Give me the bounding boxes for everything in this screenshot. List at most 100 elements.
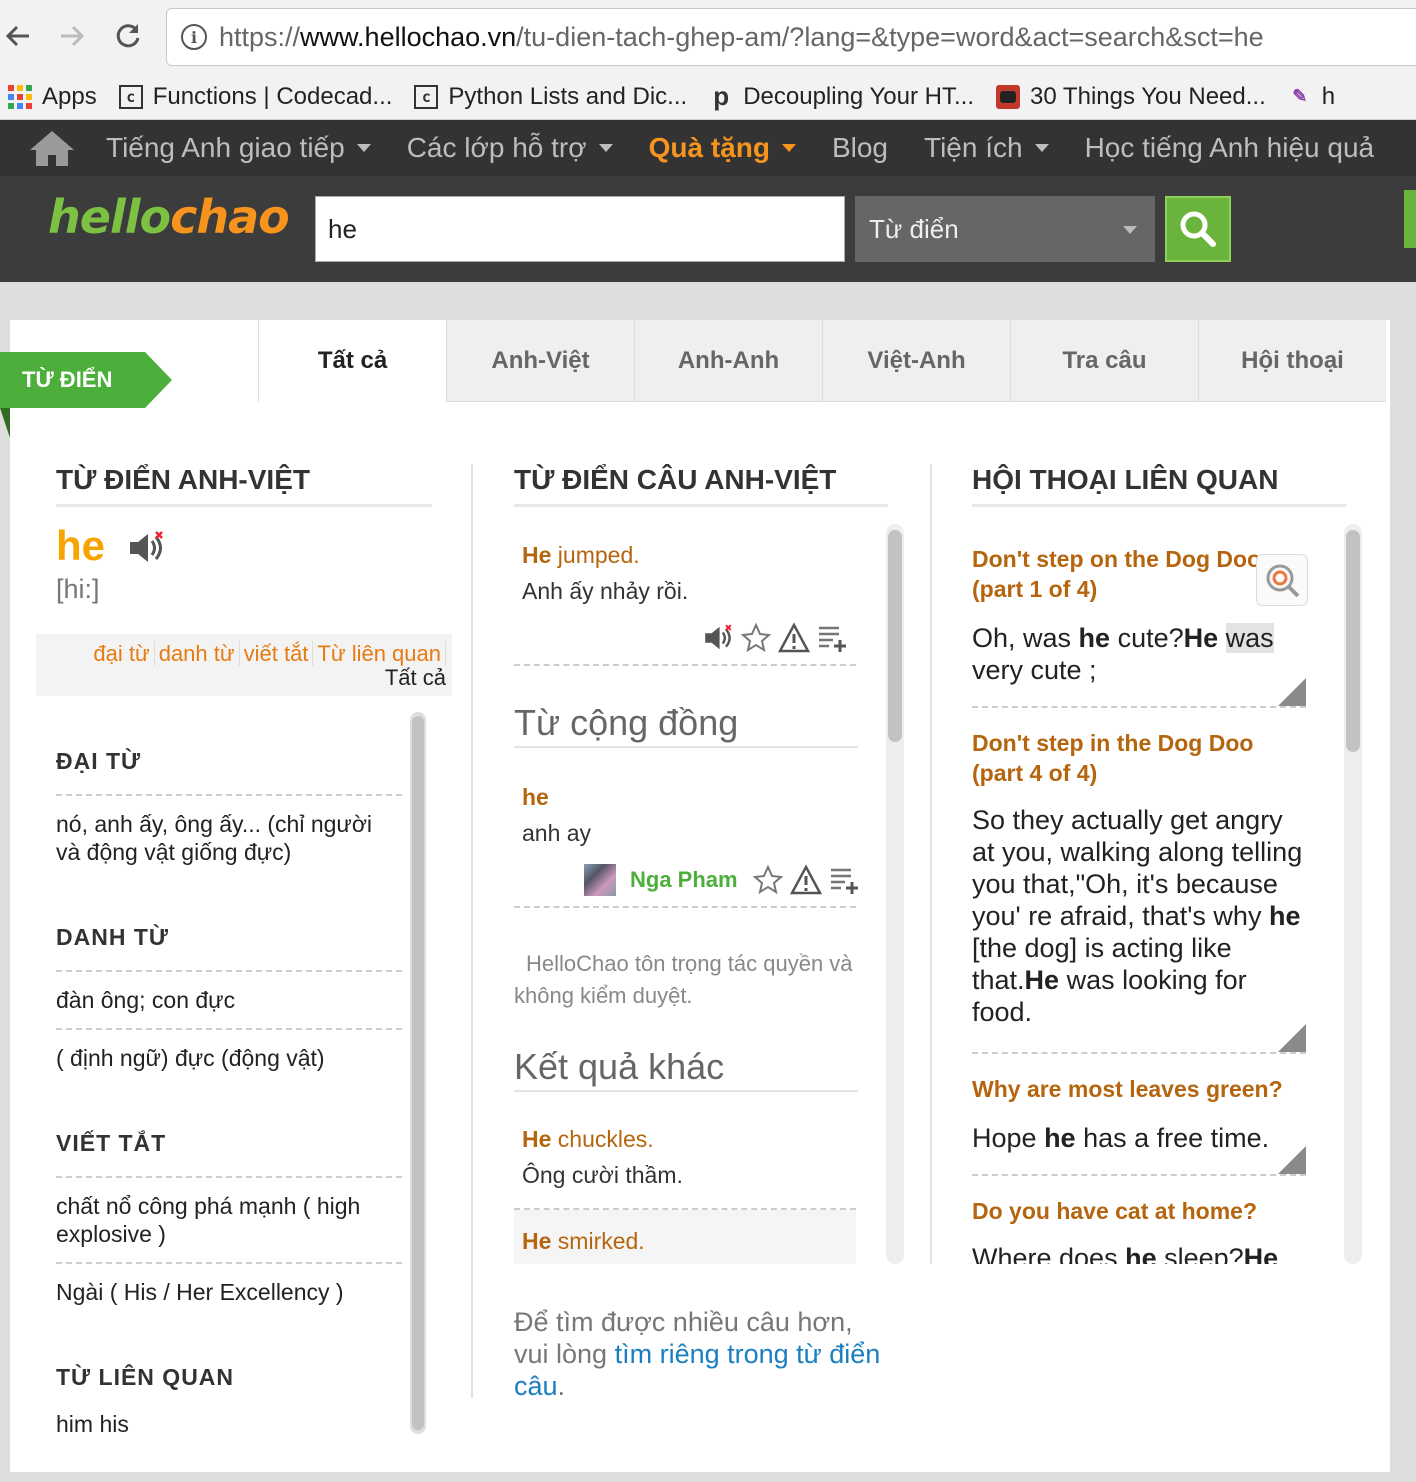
nav-label: Tiếng Anh giao tiếp xyxy=(106,132,345,163)
community-en[interactable]: he xyxy=(522,784,549,811)
example-en[interactable]: He jumped. xyxy=(522,542,640,569)
divider xyxy=(514,906,856,908)
tab-anh-anh[interactable]: Anh-Anh xyxy=(634,320,822,402)
codecademy-icon: c xyxy=(118,84,143,109)
info-icon[interactable]: i xyxy=(181,24,207,50)
nav-tieng-anh-giao-tiep[interactable]: Tiếng Anh giao tiếp xyxy=(106,132,371,164)
example-actions xyxy=(702,622,848,654)
star-icon[interactable] xyxy=(752,864,784,896)
conversation-item: Do you have cat at home? Where does he s… xyxy=(972,1196,1306,1264)
community-vi: anh ay xyxy=(522,820,592,846)
tab-anh-viet[interactable]: Anh-Việt xyxy=(446,320,634,402)
col-heading-anh-viet: TỪ ĐIỂN ANH-VIỆT xyxy=(56,464,432,507)
col2-scroll-thumb[interactable] xyxy=(888,530,902,742)
bookmark-label: Functions | Codecad... xyxy=(152,82,393,110)
tab-viet-anh[interactable]: Việt-Anh xyxy=(822,320,1010,402)
search-icon xyxy=(1180,211,1216,247)
bookmark-decoupling[interactable]: p Decoupling Your HT... xyxy=(709,81,974,111)
home-icon[interactable] xyxy=(28,128,76,168)
bookmark-apps[interactable]: Apps xyxy=(8,83,97,111)
pos-filter-bar: đại từ danh từ viết tắt Từ liên quan Tất cả xyxy=(36,634,452,696)
filter-tat-ca[interactable]: Tất cả xyxy=(36,666,446,690)
caret-down-icon xyxy=(781,144,796,152)
example-en[interactable]: He smirked. xyxy=(522,1228,645,1255)
nav-qua-tang[interactable]: Quà tặng xyxy=(649,132,796,164)
filter-dai-tu[interactable]: đại từ xyxy=(89,641,155,666)
zoom-lens-icon[interactable] xyxy=(1256,554,1308,606)
back-arrow-icon[interactable] xyxy=(0,18,36,54)
url-host: www.hellochao.vn xyxy=(300,21,517,52)
caret-down-icon xyxy=(356,144,371,152)
divider xyxy=(56,1262,402,1264)
headword: he xyxy=(56,522,106,569)
bookmark-codecademy-functions[interactable]: c Functions | Codecad... xyxy=(118,82,393,111)
bookmark-python-lists[interactable]: c Python Lists and Dic... xyxy=(414,83,687,111)
speaker-icon[interactable] xyxy=(702,622,734,654)
search-button[interactable] xyxy=(1165,196,1231,262)
caret-down-icon xyxy=(598,144,613,152)
col-heading-hoi-thoai: HỘI THOẠI LIÊN QUAN xyxy=(972,464,1346,507)
more-results-hint: Để tìm được nhiều câu hơn, vui lòng tìm … xyxy=(514,1306,894,1402)
author-name[interactable]: Nga Pham xyxy=(630,867,738,893)
bookmark-next[interactable]: ✎ h xyxy=(1288,83,1335,111)
related-words[interactable]: him his xyxy=(56,1410,129,1438)
reload-icon[interactable] xyxy=(110,18,146,54)
bookmark-label: Apps xyxy=(42,82,97,110)
filter-danh-tu[interactable]: danh từ xyxy=(154,641,240,666)
example-bold: He xyxy=(522,1126,552,1152)
col1-scroll-thumb[interactable] xyxy=(412,716,424,1430)
tab-hoi-thoai[interactable]: Hội thoại xyxy=(1198,320,1386,402)
nav-tien-ich[interactable]: Tiện ích xyxy=(924,132,1049,164)
forward-arrow-icon[interactable] xyxy=(54,18,90,54)
bookmark-label: Decoupling Your HT... xyxy=(743,82,974,110)
definition: Ngài ( His / Her Excellency ) xyxy=(56,1279,344,1305)
nav-label: Học tiếng Anh hiệu quả xyxy=(1084,132,1375,163)
feather-icon: ✎ xyxy=(1292,86,1308,106)
example-vi: Ông cười thầm. xyxy=(522,1162,683,1188)
side-widget[interactable] xyxy=(1404,190,1416,248)
add-to-list-icon[interactable] xyxy=(816,622,848,654)
select-value: Từ điển xyxy=(869,213,959,244)
bookmark-30-things[interactable]: 30 Things You Need... xyxy=(996,83,1266,111)
nav-hoc-tieng-anh-hieu-qua[interactable]: Học tiếng Anh hiệu quả xyxy=(1085,132,1375,164)
warning-icon[interactable] xyxy=(789,864,822,896)
avatar[interactable] xyxy=(584,864,616,896)
divider xyxy=(56,1028,402,1030)
col3-scroll-thumb[interactable] xyxy=(1346,530,1360,752)
tab-tat-ca[interactable]: Tất cả xyxy=(258,320,446,402)
definition: ( định ngữ) đực (động vật) xyxy=(56,1045,325,1071)
hellochao-logo[interactable]: hellochao xyxy=(48,190,290,244)
bookmarks-bar: Apps c Functions | Codecad... c Python L… xyxy=(0,74,1416,120)
address-bar[interactable]: i https://www.hellochao.vn/tu-dien-tach-… xyxy=(166,8,1416,66)
definition: nó, anh ấy, ông ấy... (chỉ người và động… xyxy=(56,811,373,865)
filter-tu-lien-quan[interactable]: Từ liên quan xyxy=(313,641,446,666)
expand-corner-icon[interactable] xyxy=(1278,1024,1306,1052)
conversation-title[interactable]: Don't step in the Dog Doo (part 4 of 4) xyxy=(972,728,1272,788)
definition: đàn ông; con đực xyxy=(56,987,236,1013)
filter-viet-tat[interactable]: viết tắt xyxy=(239,641,314,666)
star-icon[interactable] xyxy=(740,622,772,654)
url-scheme: https:// xyxy=(219,21,301,52)
bookmark-label: h xyxy=(1321,82,1336,110)
logo-part-hello: hello xyxy=(48,190,171,244)
example-en[interactable]: He chuckles. xyxy=(522,1126,654,1153)
tab-tra-cau[interactable]: Tra câu xyxy=(1010,320,1198,402)
phonetic: [hi:] xyxy=(56,574,100,604)
warning-icon[interactable] xyxy=(778,622,810,654)
hint-end: . xyxy=(557,1371,566,1401)
expand-corner-icon[interactable] xyxy=(1278,678,1306,706)
nav-cac-lop-ho-tro[interactable]: Các lớp hỗ trợ xyxy=(407,132,613,164)
conversation-title[interactable]: Do you have cat at home? xyxy=(972,1196,1306,1226)
conversation-title[interactable]: Don't step on the Dog Doo (part 1 of 4) xyxy=(972,544,1272,604)
search-input[interactable]: he xyxy=(315,196,845,262)
example-vi: Anh ấy nhảy rồi. xyxy=(522,578,689,604)
nav-blog[interactable]: Blog xyxy=(832,132,888,164)
add-to-list-icon[interactable] xyxy=(828,864,860,896)
speaker-icon[interactable] xyxy=(126,530,166,566)
logo-part-chao: chao xyxy=(170,190,290,244)
search-type-select[interactable]: Từ điển xyxy=(855,196,1155,262)
url-path: /tu-dien-tach-ghep-am/?lang=&type=word&a… xyxy=(516,21,1264,52)
conversation-title[interactable]: Why are most leaves green? xyxy=(972,1074,1306,1104)
expand-corner-icon[interactable] xyxy=(1278,1146,1306,1174)
p-icon: p xyxy=(713,81,730,111)
